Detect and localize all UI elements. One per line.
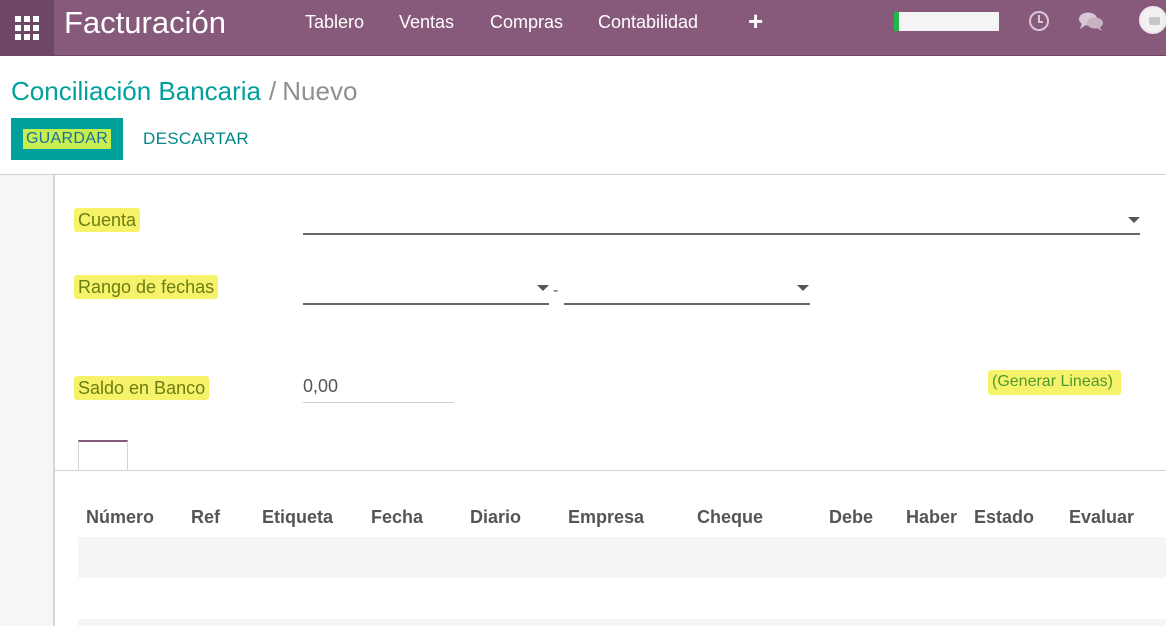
save-button[interactable]: GUARDAR	[11, 118, 123, 160]
sheet-background	[0, 175, 53, 626]
chevron-down-icon[interactable]	[797, 285, 809, 291]
account-field-underline	[303, 233, 1140, 235]
column-header-numero[interactable]: Número	[86, 506, 154, 528]
date-from-underline	[303, 303, 549, 305]
menu-item-tablero[interactable]: Tablero	[305, 11, 364, 33]
column-header-estado[interactable]: Estado	[974, 506, 1034, 528]
balance-underline	[303, 402, 454, 403]
control-panel-divider	[0, 174, 1166, 175]
generate-lines-link[interactable]: (Generar Lineas)	[988, 370, 1121, 395]
table-row	[78, 619, 1166, 626]
account-field[interactable]	[303, 206, 1140, 236]
column-header-ref[interactable]: Ref	[191, 506, 220, 528]
progress-fill	[894, 12, 900, 31]
breadcrumb-separator: /	[269, 76, 277, 106]
plus-icon[interactable]: +	[748, 6, 763, 36]
column-header-fecha[interactable]: Fecha	[371, 506, 423, 528]
notebook-tab[interactable]	[78, 440, 128, 471]
date-to-underline	[564, 303, 810, 305]
column-header-etiqueta[interactable]: Etiqueta	[262, 506, 333, 528]
breadcrumb-current: Nuevo	[282, 76, 358, 106]
save-button-label: GUARDAR	[22, 129, 112, 149]
chevron-down-icon[interactable]	[1128, 217, 1140, 223]
menu-item-compras[interactable]: Compras	[490, 11, 563, 33]
date-from-field[interactable]	[303, 276, 549, 304]
top-navbar: Facturación Tablero Ventas Compras Conta…	[0, 0, 1166, 56]
breadcrumb: Conciliación Bancaria / Nuevo	[11, 75, 357, 107]
chat-icon[interactable]	[1078, 11, 1104, 38]
progress-bar	[894, 12, 999, 31]
clock-icon[interactable]	[1029, 11, 1049, 31]
account-label: Cuenta	[74, 208, 141, 232]
app-title: Facturación	[64, 5, 226, 40]
date-range-separator: -	[553, 282, 559, 299]
avatar[interactable]	[1139, 6, 1166, 34]
column-header-empresa[interactable]: Empresa	[568, 506, 644, 528]
table-row	[78, 537, 1166, 578]
date-range-label: Rango de fechas	[74, 275, 219, 299]
menu-item-contabilidad[interactable]: Contabilidad	[598, 11, 698, 33]
sheet-border	[53, 175, 55, 626]
column-header-haber[interactable]: Haber	[906, 506, 957, 528]
balance-input[interactable]: 0,00	[303, 376, 338, 397]
chevron-down-icon[interactable]	[537, 285, 549, 291]
column-header-cheque[interactable]: Cheque	[697, 506, 763, 528]
menu-item-ventas[interactable]: Ventas	[399, 11, 454, 33]
apps-grid-icon	[15, 15, 39, 40]
column-header-diario[interactable]: Diario	[470, 506, 521, 528]
balance-label: Saldo en Banco	[74, 376, 210, 400]
breadcrumb-parent[interactable]: Conciliación Bancaria	[11, 76, 261, 106]
date-to-field[interactable]	[564, 276, 810, 304]
notebook-divider	[55, 470, 1166, 471]
column-header-evaluar[interactable]: Evaluar	[1069, 506, 1134, 528]
column-header-debe[interactable]: Debe	[829, 506, 873, 528]
discard-button[interactable]: DESCARTAR	[143, 129, 249, 149]
apps-menu-button[interactable]	[0, 0, 54, 55]
